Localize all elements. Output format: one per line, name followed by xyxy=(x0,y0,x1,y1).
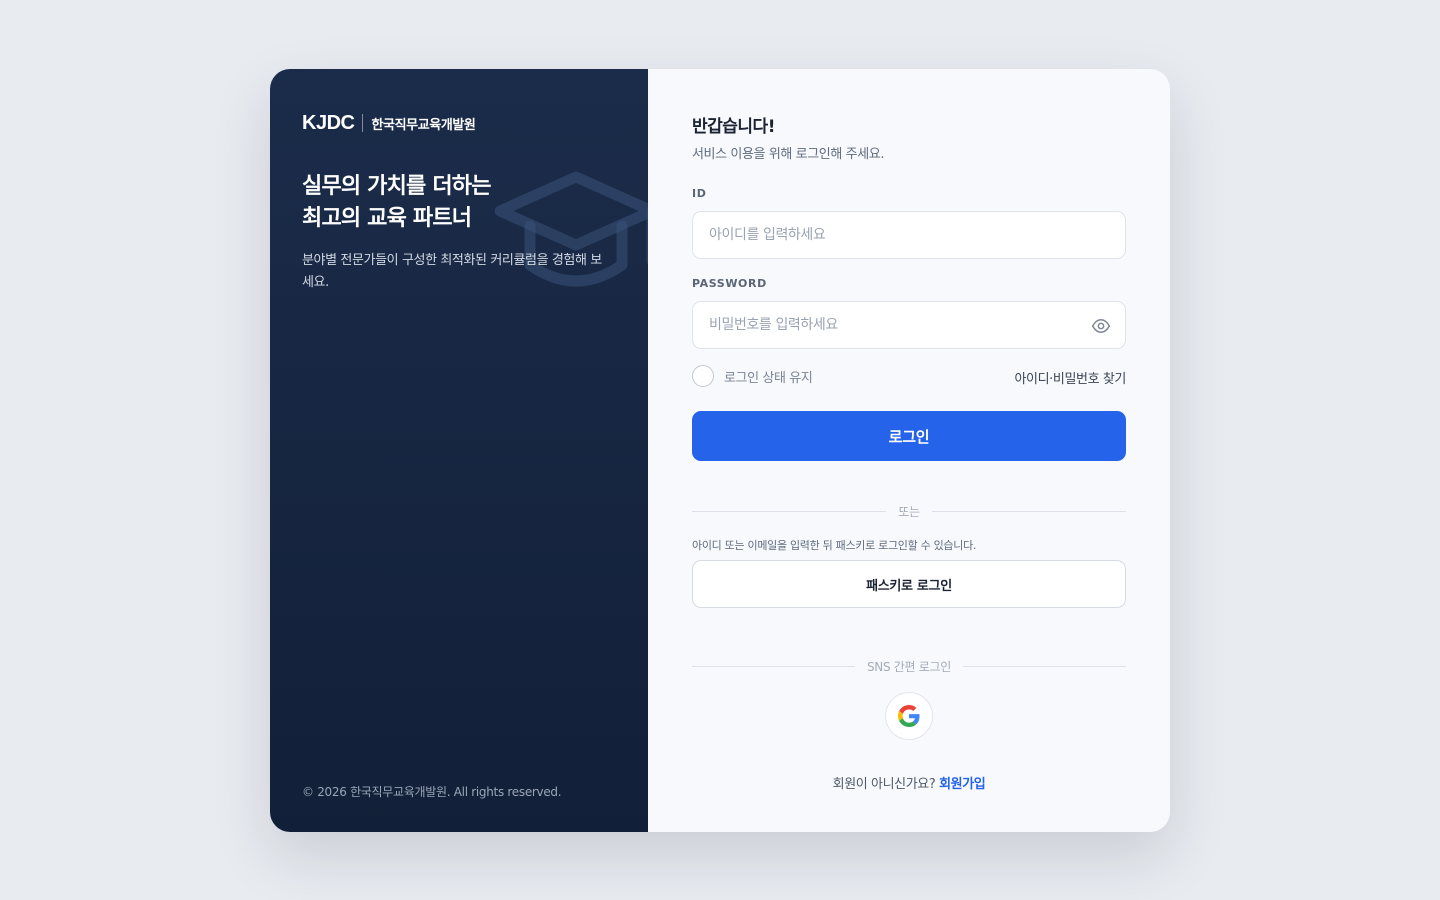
sns-divider-label: SNS 간편 로그인 xyxy=(866,659,952,674)
organization-name: 한국직무교육개발원 xyxy=(371,117,476,133)
welcome-title: 반갑습니다! xyxy=(692,117,775,137)
eye-icon[interactable] xyxy=(1091,316,1111,336)
brand-headline: 실무의 가치를 더하는 최고의 교육 파트너 xyxy=(302,171,602,235)
headline-line-2: 최고의 교육 파트너 xyxy=(302,206,472,231)
remember-me-checkbox[interactable]: 로그인 상태 유지 xyxy=(692,365,813,387)
sns-divider: SNS 간편 로그인 xyxy=(692,658,1127,674)
login-button[interactable]: 로그인 xyxy=(692,411,1126,461)
google-login-button[interactable] xyxy=(885,692,933,740)
google-icon xyxy=(898,705,920,727)
password-label: PASSWORD xyxy=(692,277,767,290)
signup-prompt-text: 회원이 아니신가요? xyxy=(832,777,936,792)
id-field-wrapper xyxy=(692,211,1126,259)
signup-prompt: 회원이 아니신가요? 회원가입 xyxy=(648,773,1170,792)
signup-link[interactable]: 회원가입 xyxy=(939,777,986,792)
or-divider-label: 또는 xyxy=(898,504,920,519)
login-panel: 반갑습니다! 서비스 이용을 위해 로그인해 주세요. ID PASSWORD … xyxy=(648,69,1170,832)
brand-logo: KJDC 한국직무교육개발원 xyxy=(302,112,476,134)
or-divider: 또는 xyxy=(692,503,1127,519)
headline-line-1: 실무의 가치를 더하는 xyxy=(302,174,491,199)
remember-me-label: 로그인 상태 유지 xyxy=(724,370,813,386)
logo-mark: KJDC xyxy=(302,111,355,134)
password-input[interactable] xyxy=(693,302,1125,348)
passkey-hint: 아이디 또는 이메일을 입력한 뒤 패스키로 로그인할 수 있습니다. xyxy=(692,539,977,552)
find-id-password-link[interactable]: 아이디·비밀번호 찾기 xyxy=(1014,368,1126,387)
passkey-login-button[interactable]: 패스키로 로그인 xyxy=(692,560,1126,608)
brand-subcopy: 분야별 전문가들이 구성한 최적화된 커리큘럼을 경험해 보세요. xyxy=(302,253,602,290)
copyright: © 2026 한국직무교육개발원. All rights reserved. xyxy=(302,785,562,799)
login-card: KJDC 한국직무교육개발원 실무의 가치를 더하는 최고의 교육 파트너 분야… xyxy=(270,69,1170,832)
remember-me-radio[interactable] xyxy=(692,365,714,387)
logo-divider xyxy=(362,114,364,132)
welcome-subtitle: 서비스 이용을 위해 로그인해 주세요. xyxy=(692,147,885,162)
id-label: ID xyxy=(692,187,707,200)
password-field-wrapper xyxy=(692,301,1126,349)
brand-panel: KJDC 한국직무교육개발원 실무의 가치를 더하는 최고의 교육 파트너 분야… xyxy=(270,69,648,832)
id-input[interactable] xyxy=(693,212,1125,258)
